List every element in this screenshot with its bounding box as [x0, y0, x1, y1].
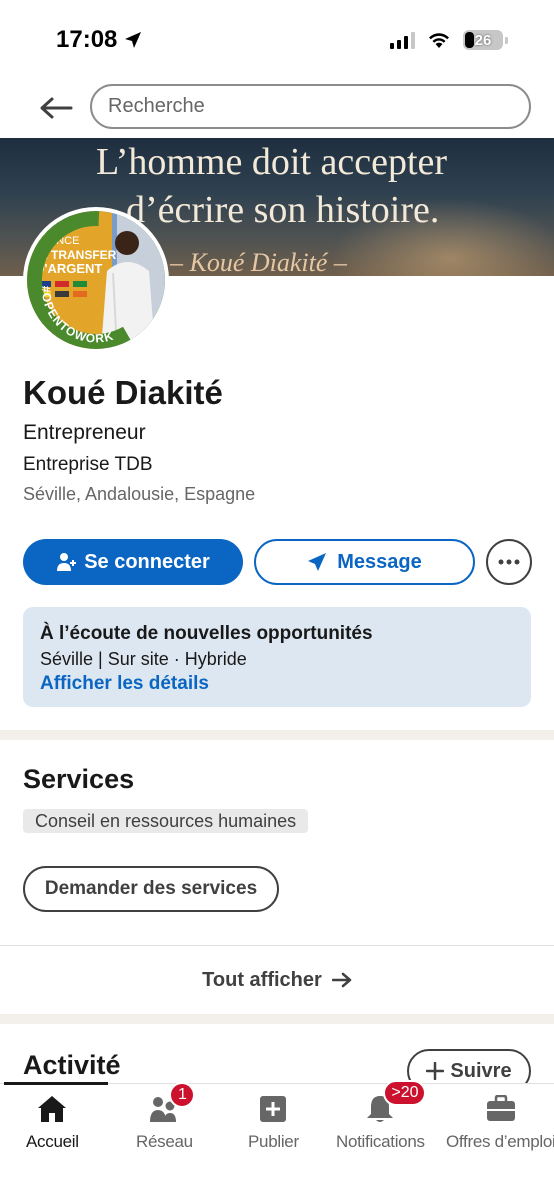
- tab-network-label: Réseau: [136, 1132, 193, 1151]
- add-person-icon: [57, 553, 77, 571]
- activity-title: Activité: [23, 1050, 121, 1080]
- network-icon: 1: [147, 1082, 196, 1126]
- avatar-agency-line3: D'ARGENT: [35, 261, 102, 276]
- connect-label: Se connecter: [84, 550, 210, 573]
- banner-signature: – Koué Diakité –: [170, 248, 347, 276]
- tab-notifications[interactable]: >20 Notifications: [336, 1080, 427, 1152]
- show-all-label: Tout afficher: [202, 968, 322, 991]
- cellular-signal-icon: [390, 31, 415, 49]
- search-bar[interactable]: [90, 84, 531, 129]
- tab-post[interactable]: Publier: [248, 1092, 299, 1152]
- banner-quote-line1: L’homme doit accepter: [96, 141, 448, 183]
- avatar-photo: TDB AGENCE DE TRANSFERT D'ARGENT #OPENTO…: [27, 211, 165, 349]
- banner-quote-line2: d’écrire son histoire.: [126, 189, 440, 231]
- connect-button[interactable]: Se connecter: [23, 539, 243, 585]
- location-arrow-icon: [125, 32, 142, 48]
- tab-jobs-label: Offres d’emploi: [446, 1132, 554, 1151]
- status-bar: 17:08 26: [0, 0, 554, 84]
- profile-location: Séville, Andalousie, Espagne: [23, 484, 256, 504]
- open-to-work-card: À l’écoute de nouvelles opportunités Sév…: [23, 607, 531, 707]
- open-to-work-details: Séville | Sur site · Hybride: [40, 649, 247, 669]
- follow-label: Suivre: [450, 1059, 512, 1082]
- battery-level: 26: [474, 31, 492, 49]
- arrow-right-icon: [331, 972, 352, 988]
- tab-notifications-label: Notifications: [336, 1132, 425, 1151]
- search-header: [0, 84, 554, 138]
- tab-post-label: Publier: [248, 1132, 299, 1151]
- tab-home[interactable]: Accueil: [26, 1092, 79, 1152]
- notifications-badge: >20: [383, 1080, 427, 1106]
- status-time: 17:08: [56, 26, 143, 54]
- tab-home-label: Accueil: [26, 1132, 79, 1151]
- open-to-work-title: À l’écoute de nouvelles opportunités: [40, 623, 373, 644]
- profile-name: Koué Diakité: [23, 374, 223, 411]
- message-label: Message: [337, 550, 422, 573]
- plus-icon: [426, 1062, 445, 1080]
- message-button[interactable]: Message: [254, 539, 475, 585]
- send-icon: [308, 553, 327, 571]
- post-icon: [256, 1092, 290, 1126]
- section-divider: [0, 730, 554, 740]
- request-services-button[interactable]: Demander des services: [23, 866, 279, 912]
- arrow-left-icon: [40, 97, 73, 119]
- active-tab-indicator: [4, 1082, 108, 1085]
- bottom-tab-bar: Accueil 1 Réseau Publier >20 Notificatio…: [0, 1080, 554, 1200]
- profile-headline: Entrepreneur: [23, 421, 146, 444]
- wifi-icon: [429, 33, 449, 48]
- battery-icon: 26: [463, 30, 503, 50]
- home-icon: [35, 1092, 69, 1126]
- profile-avatar[interactable]: TDB AGENCE DE TRANSFERT D'ARGENT #OPENTO…: [23, 207, 169, 353]
- tab-jobs[interactable]: Offres d’emploi: [446, 1092, 554, 1152]
- avatar-image: TDB AGENCE DE TRANSFERT D'ARGENT #OPENTO…: [27, 211, 165, 349]
- tab-network[interactable]: 1 Réseau: [136, 1082, 196, 1152]
- briefcase-icon: [484, 1092, 518, 1126]
- back-button[interactable]: [36, 92, 76, 124]
- network-badge: 1: [169, 1082, 196, 1108]
- more-dots-icon: [498, 559, 520, 565]
- clock-text: 17:08: [56, 26, 118, 53]
- section-divider: [0, 1014, 554, 1024]
- services-title: Services: [23, 764, 135, 794]
- bell-icon: >20: [363, 1080, 427, 1126]
- more-options-button[interactable]: [486, 539, 532, 585]
- show-all-services-link[interactable]: Tout afficher: [0, 946, 554, 1014]
- status-icons: 26: [390, 30, 508, 50]
- service-chip: Conseil en ressources humaines: [23, 809, 309, 833]
- search-input[interactable]: [108, 95, 529, 118]
- show-details-link[interactable]: Afficher les détails: [40, 673, 209, 695]
- profile-company[interactable]: Entreprise TDB: [23, 454, 153, 476]
